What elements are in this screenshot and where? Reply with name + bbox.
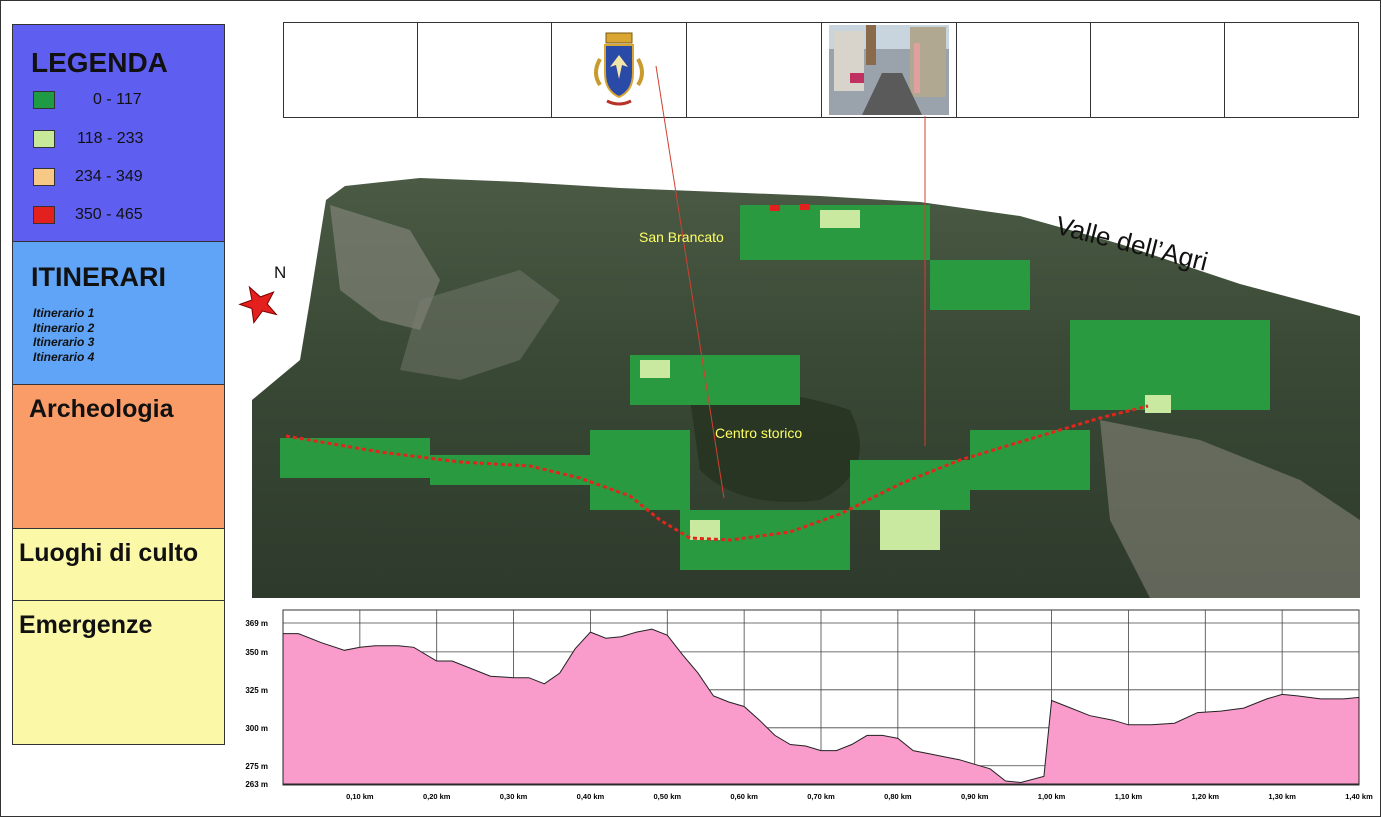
profile-y-tick-label: 263 m	[245, 780, 268, 789]
elevation-profile: 369 m 350 m 325 m 300 m 275 m 263 m 0,10 km 0,…	[245, 609, 1373, 801]
profile-x-tick-label: 0,20 km	[423, 792, 451, 801]
profile-x-tick-label: 0,50 km	[654, 792, 682, 801]
profile-x-tick-label: 0,10 km	[346, 792, 374, 801]
profile-y-tick-label: 300 m	[245, 724, 268, 733]
profile-y-tick-label: 275 m	[245, 762, 268, 771]
profile-x-tick-label: 0,80 km	[884, 792, 912, 801]
profile-x-tick-label: 0,90 km	[961, 792, 989, 801]
profile-x-tick-label: 0,40 km	[577, 792, 605, 801]
profile-x-tick-label: 0,60 km	[730, 792, 758, 801]
profile-x-tick-label: 1,30 km	[1268, 792, 1296, 801]
profile-y-tick-label: 325 m	[245, 686, 268, 695]
profile-y-tick-label: 369 m	[245, 619, 268, 628]
profile-x-tick-label: 1,00 km	[1038, 792, 1066, 801]
profile-x-tick-label: 1,10 km	[1115, 792, 1143, 801]
profile-x-tick-label: 0,30 km	[500, 792, 528, 801]
profile-y-tick-label: 350 m	[245, 648, 268, 657]
profile-x-tick-label: 1,20 km	[1192, 792, 1220, 801]
profile-x-tick-label: 1,40 km	[1345, 792, 1373, 801]
profile-x-tick-label: 0,70 km	[807, 792, 835, 801]
